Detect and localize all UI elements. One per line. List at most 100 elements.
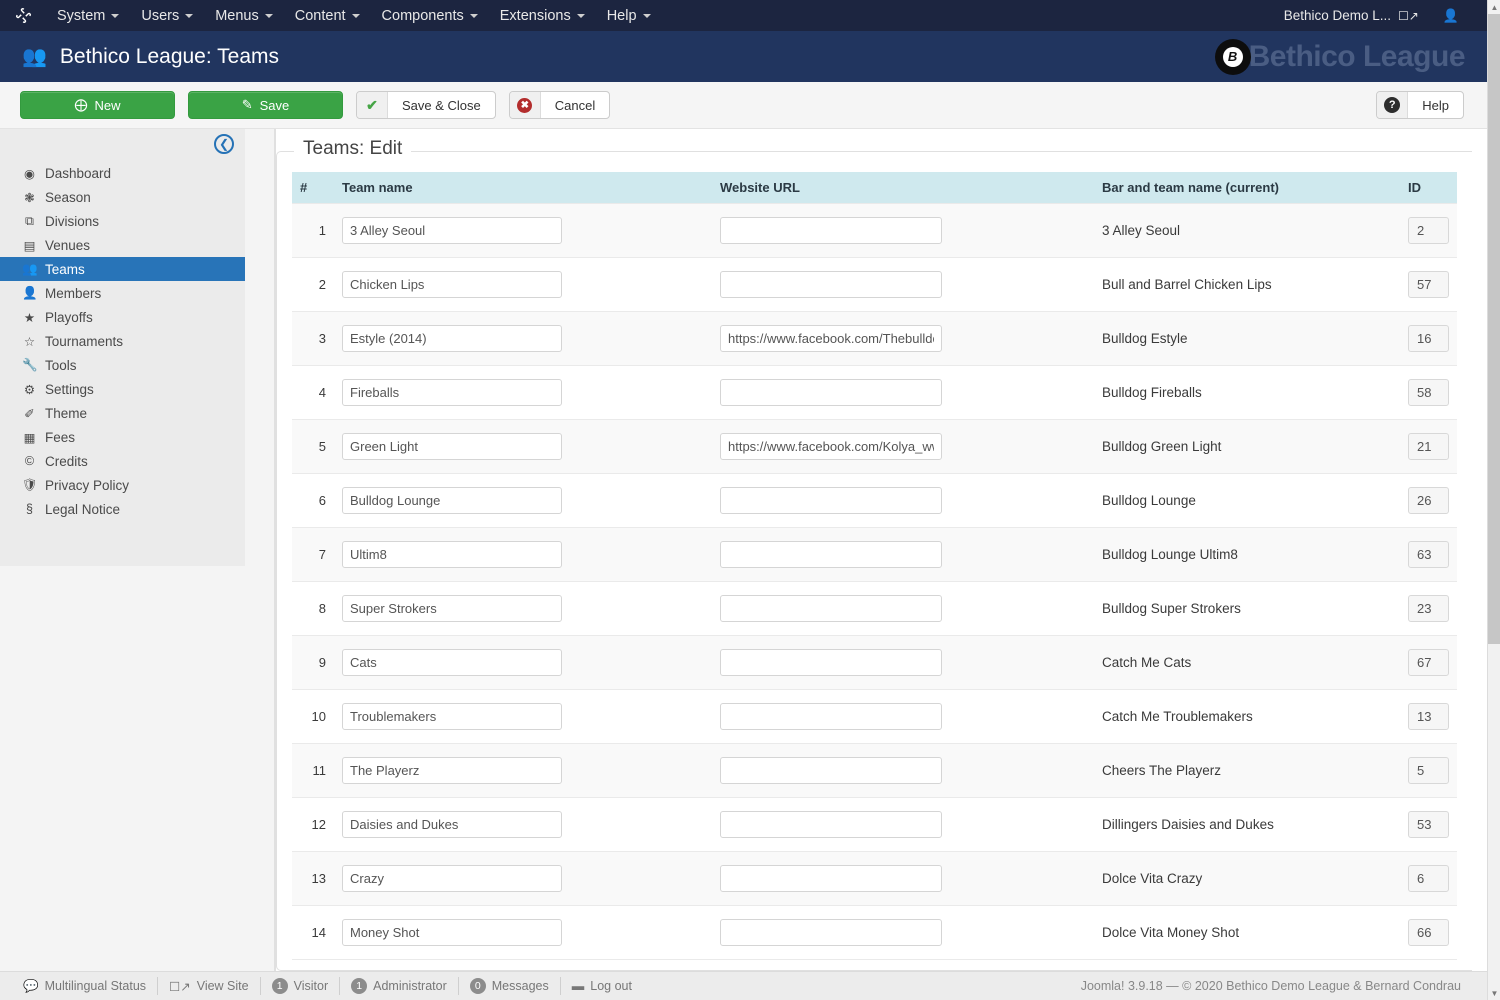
topmenu-label: Content <box>295 8 346 24</box>
new-button-label: New <box>94 98 120 113</box>
sidebar-item-season[interactable]: ❃ Season <box>0 185 245 209</box>
sidebar-item-settings[interactable]: ⚙ Settings <box>0 377 245 401</box>
sidebar-item-venues[interactable]: ▤ Venues <box>0 233 245 257</box>
toolbar-right: ? Help <box>1376 91 1487 119</box>
topmenu-item-system[interactable]: System <box>46 0 130 31</box>
sidebar-item-dashboard[interactable]: ◉ Dashboard <box>0 161 245 185</box>
table-row: 11 Cheers The Playerz 5 <box>292 743 1457 797</box>
times-circle-icon: ✖ <box>510 92 541 118</box>
sidebar-item-privacy-policy[interactable]: 🛡 Privacy Policy <box>0 473 245 497</box>
website-url-input[interactable] <box>720 595 942 622</box>
sidebar-item-teams[interactable]: 👥 Teams <box>0 257 245 281</box>
scroll-down-icon[interactable]: ▼ <box>1488 986 1500 1000</box>
team-name-input[interactable] <box>342 811 562 838</box>
new-button[interactable]: ⨁ New <box>20 91 175 119</box>
table-header-row: # Team name Website URL Bar and team nam… <box>292 172 1457 203</box>
sidebar-item-credits[interactable]: © Credits <box>0 449 245 473</box>
team-name-input[interactable] <box>342 865 562 892</box>
team-name-input[interactable] <box>342 325 562 352</box>
bar-team-name-cell: Bulldog Super Strokers <box>1094 581 1400 635</box>
id-value: 13 <box>1408 703 1449 730</box>
team-name-input[interactable] <box>342 919 562 946</box>
team-name-input[interactable] <box>342 541 562 568</box>
topmenu-item-help[interactable]: Help <box>596 0 662 31</box>
topmenu-item-menus[interactable]: Menus <box>204 0 284 31</box>
status-item-multilingual-status[interactable]: 💬 Multilingual Status <box>12 977 158 995</box>
column-header-num: # <box>292 172 334 203</box>
sidebar-item-members[interactable]: 👤 Members <box>0 281 245 305</box>
sidebar-item-playoffs[interactable]: ★ Playoffs <box>0 305 245 329</box>
status-item-messages[interactable]: 0 Messages <box>459 977 561 995</box>
sidebar-item-legal-notice[interactable]: § Legal Notice <box>0 497 245 521</box>
cancel-button[interactable]: ✖ Cancel <box>509 91 610 119</box>
website-url-input[interactable] <box>720 271 942 298</box>
website-url-cell <box>712 473 1094 527</box>
sidebar-item-tools[interactable]: 🔧 Tools <box>0 353 245 377</box>
status-item-visitor[interactable]: 1 Visitor <box>261 977 341 995</box>
topmenu-item-content[interactable]: Content <box>284 0 371 31</box>
topmenu-label: System <box>57 8 105 24</box>
website-url-input[interactable] <box>720 649 942 676</box>
team-name-cell <box>334 797 712 851</box>
help-button[interactable]: ? Help <box>1376 91 1464 119</box>
team-name-cell <box>334 527 712 581</box>
status-item-administrator[interactable]: 1 Administrator <box>340 977 459 995</box>
sidebar-item-label: Legal Notice <box>45 502 120 517</box>
status-item-view-site[interactable]: ☐↗ View Site <box>158 977 261 995</box>
website-url-input[interactable] <box>720 433 942 460</box>
site-name-link[interactable]: Bethico Demo L... ☐↗ <box>1284 8 1437 23</box>
comment-icon: 💬 <box>23 979 39 994</box>
status-item-log-out[interactable]: ▬ Log out <box>561 977 643 995</box>
bar-team-name-text: Cheers The Playerz <box>1102 763 1221 778</box>
sidebar-item-label: Venues <box>45 238 90 253</box>
team-name-input[interactable] <box>342 703 562 730</box>
website-url-input[interactable] <box>720 757 942 784</box>
scrollbar-thumb[interactable] <box>1488 14 1500 644</box>
id-cell: 67 <box>1400 635 1457 689</box>
website-url-input[interactable] <box>720 379 942 406</box>
bar-team-name-text: Bulldog Estyle <box>1102 331 1188 346</box>
sidebar-collapse-row: ❮ <box>0 129 245 161</box>
id-value: 57 <box>1408 271 1449 298</box>
website-url-input[interactable] <box>720 919 942 946</box>
topmenu-item-extensions[interactable]: Extensions <box>489 0 596 31</box>
website-url-input[interactable] <box>720 325 942 352</box>
website-url-input[interactable] <box>720 541 942 568</box>
sidebar-nav: ◉ Dashboard ❃ Season ⧉ Divisions ▤ Venue… <box>0 161 245 521</box>
topmenu-item-components[interactable]: Components <box>371 0 489 31</box>
save-close-button[interactable]: ✔ Save & Close <box>356 91 496 119</box>
team-name-input[interactable] <box>342 649 562 676</box>
website-url-input[interactable] <box>720 865 942 892</box>
sidebar-item-tournaments[interactable]: ☆ Tournaments <box>0 329 245 353</box>
topmenu-item-users[interactable]: Users <box>130 0 204 31</box>
sidebar-item-fees[interactable]: ▦ Fees <box>0 425 245 449</box>
website-url-input[interactable] <box>720 217 942 244</box>
team-name-input[interactable] <box>342 379 562 406</box>
team-name-input[interactable] <box>342 595 562 622</box>
team-name-input[interactable] <box>342 271 562 298</box>
visitor-count-badge: 1 <box>272 978 288 994</box>
team-name-input[interactable] <box>342 217 562 244</box>
scroll-up-icon[interactable]: ▲ <box>1488 0 1500 14</box>
joomla-logo-icon[interactable] <box>0 0 46 31</box>
team-name-input[interactable] <box>342 487 562 514</box>
arrow-circle-left-icon[interactable]: ❮ <box>214 134 234 154</box>
team-name-input[interactable] <box>342 433 562 460</box>
star-icon: ★ <box>22 310 37 325</box>
sidebar-item-theme[interactable]: ✐ Theme <box>0 401 245 425</box>
page-title-text: Bethico League: Teams <box>60 45 279 69</box>
id-value: 66 <box>1408 919 1449 946</box>
save-button[interactable]: ✎ Save <box>188 91 343 119</box>
teams-icon: 👥 <box>22 262 37 277</box>
website-url-input[interactable] <box>720 811 942 838</box>
user-menu-button[interactable]: 👤 <box>1437 8 1479 24</box>
page-scrollbar[interactable]: ▲ ▼ <box>1487 0 1500 1000</box>
sidebar-item-divisions[interactable]: ⧉ Divisions <box>0 209 245 233</box>
table-row: 7 Bulldog Lounge Ultim8 63 <box>292 527 1457 581</box>
row-number: 2 <box>292 257 334 311</box>
money-icon: ▦ <box>22 430 37 445</box>
website-url-input[interactable] <box>720 487 942 514</box>
bar-team-name-cell: Bulldog Estyle <box>1094 311 1400 365</box>
website-url-input[interactable] <box>720 703 942 730</box>
team-name-input[interactable] <box>342 757 562 784</box>
